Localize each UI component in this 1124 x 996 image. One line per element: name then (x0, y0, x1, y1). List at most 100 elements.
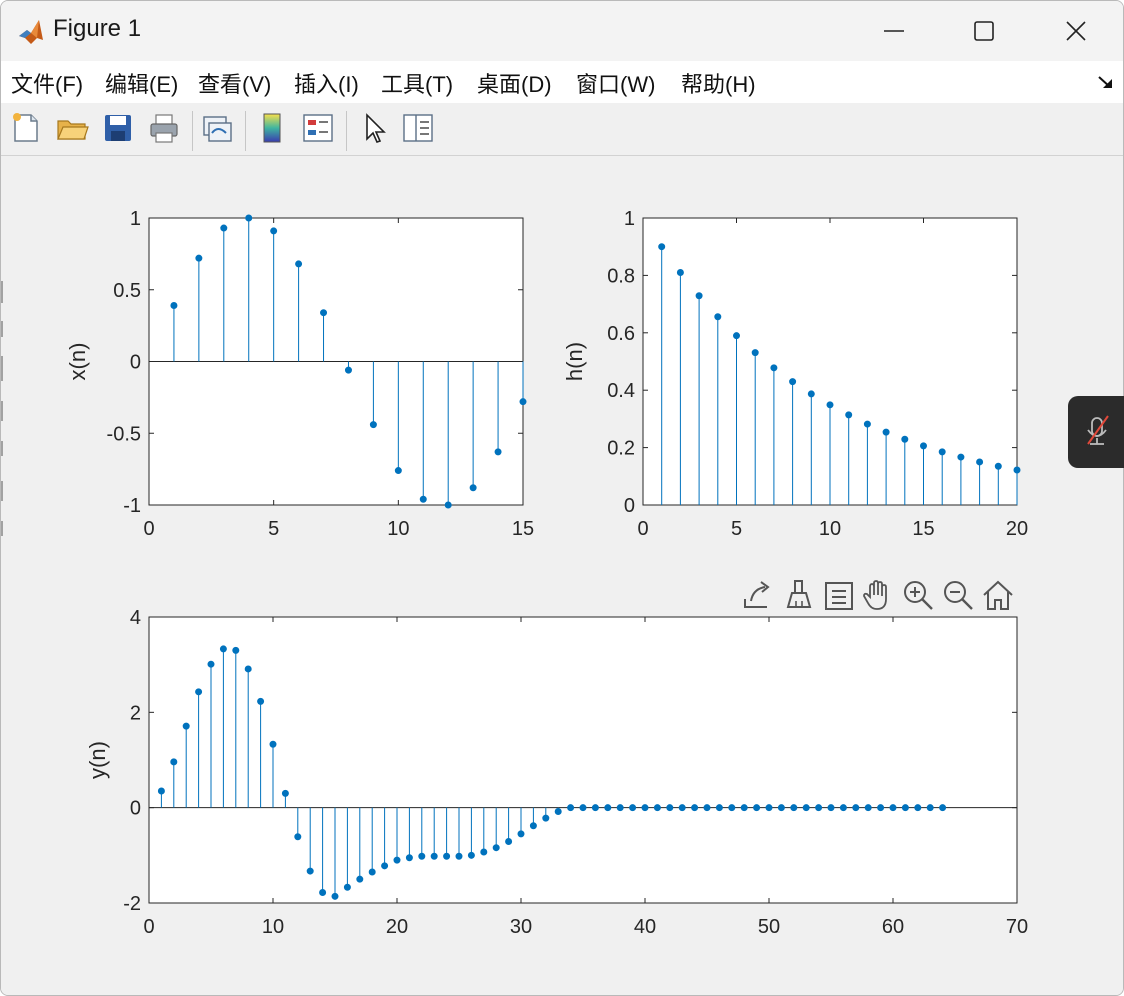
stem-marker[interactable] (257, 697, 265, 705)
stem-marker[interactable] (480, 848, 488, 856)
stem-marker[interactable] (695, 292, 703, 300)
stem-marker[interactable] (839, 804, 847, 812)
stem-marker[interactable] (740, 804, 748, 812)
stem-marker[interactable] (405, 854, 413, 862)
stem-marker[interactable] (666, 804, 674, 812)
stem-marker[interactable] (976, 458, 984, 466)
stem-marker[interactable] (714, 313, 722, 321)
stem-marker[interactable] (469, 484, 477, 492)
stem-marker[interactable] (418, 852, 426, 860)
stem-marker[interactable] (678, 804, 686, 812)
stem-marker[interactable] (604, 804, 612, 812)
stem-marker[interactable] (443, 852, 451, 860)
stem-marker[interactable] (658, 243, 666, 251)
stem-marker[interactable] (319, 889, 327, 897)
stem-marker[interactable] (394, 467, 402, 475)
stem-marker[interactable] (920, 442, 927, 450)
stem-marker[interactable] (529, 822, 537, 830)
stem-marker[interactable] (195, 688, 203, 696)
stem-marker[interactable] (914, 804, 922, 812)
stem-marker[interactable] (802, 804, 810, 812)
stem-marker[interactable] (826, 401, 834, 409)
stem-marker[interactable] (845, 411, 853, 419)
stem-marker[interactable] (492, 844, 500, 852)
stem-marker[interactable] (728, 804, 736, 812)
stem-marker[interactable] (430, 852, 438, 860)
stem-marker[interactable] (939, 804, 947, 812)
stem-marker[interactable] (393, 856, 401, 864)
stem-marker[interactable] (381, 862, 389, 870)
stem-marker[interactable] (270, 227, 278, 235)
stem-marker[interactable] (753, 804, 761, 812)
subplot-3[interactable]: 0 10 20 30 40 50 60 70420-2y(n) (85, 607, 1028, 938)
stem-marker[interactable] (195, 254, 203, 262)
stem-marker[interactable] (957, 453, 965, 461)
stem-marker[interactable] (269, 740, 277, 748)
stem-marker[interactable] (591, 804, 599, 812)
stem-marker[interactable] (691, 804, 699, 812)
stem-marker[interactable] (517, 830, 525, 838)
stem-marker[interactable] (789, 378, 797, 386)
restore-view-icon[interactable] (980, 577, 1016, 613)
stem-marker[interactable] (170, 758, 178, 766)
stem-marker[interactable] (232, 646, 240, 654)
stem-marker[interactable] (567, 804, 575, 812)
stem-marker[interactable] (616, 804, 624, 812)
stem-marker[interactable] (1013, 466, 1021, 474)
stem-marker[interactable] (863, 420, 871, 428)
pan-icon[interactable] (860, 577, 896, 613)
stem-marker[interactable] (419, 495, 427, 503)
subplot-1[interactable]: 0 5 10 15 1 0.5 0 -0.5 -1 x(n) (65, 208, 534, 540)
stem-marker[interactable] (320, 309, 328, 317)
stem-marker[interactable] (770, 364, 778, 372)
stem-marker[interactable] (629, 804, 637, 812)
stem-marker[interactable] (356, 875, 364, 883)
stem-marker[interactable] (703, 804, 711, 812)
stem-marker[interactable] (467, 851, 475, 859)
stem-marker[interactable] (182, 722, 190, 730)
stem-marker[interactable] (676, 269, 684, 277)
stem-marker[interactable] (938, 448, 946, 456)
stem-marker[interactable] (807, 390, 815, 398)
stem-marker[interactable] (295, 260, 303, 268)
stem-marker[interactable] (444, 501, 452, 509)
zoom-in-icon[interactable] (900, 577, 936, 613)
mute-mic-widget[interactable] (1068, 396, 1124, 468)
stem-marker[interactable] (733, 332, 740, 340)
stem-marker[interactable] (245, 214, 253, 222)
stem-marker[interactable] (864, 804, 872, 812)
stem-marker[interactable] (641, 804, 649, 812)
datatip-icon[interactable] (820, 577, 856, 613)
stem-marker[interactable] (827, 804, 835, 812)
stem-marker[interactable] (244, 665, 252, 673)
stem-marker[interactable] (882, 428, 890, 436)
stem-marker[interactable] (519, 398, 527, 406)
stem-marker[interactable] (926, 804, 934, 812)
stem-marker[interactable] (170, 302, 178, 310)
stem-marker[interactable] (765, 804, 773, 812)
stem-marker[interactable] (653, 804, 661, 812)
stem-marker[interactable] (994, 462, 1002, 470)
stem-marker[interactable] (368, 868, 376, 876)
stem-marker[interactable] (306, 867, 314, 875)
stem-marker[interactable] (344, 366, 352, 374)
stem-marker[interactable] (207, 660, 215, 668)
stem-marker[interactable] (157, 787, 165, 795)
stem-marker[interactable] (220, 224, 228, 232)
stem-marker[interactable] (790, 804, 798, 812)
stem-marker[interactable] (219, 645, 227, 653)
stem-marker[interactable] (331, 892, 339, 900)
stem-marker[interactable] (901, 804, 909, 812)
stem-marker[interactable] (281, 789, 289, 797)
stem-marker[interactable] (751, 349, 759, 357)
stem-marker[interactable] (889, 804, 897, 812)
stem-marker[interactable] (901, 435, 909, 443)
stem-marker[interactable] (455, 852, 463, 860)
stem-marker[interactable] (715, 804, 723, 812)
zoom-out-icon[interactable] (940, 577, 976, 613)
stem-marker[interactable] (815, 804, 823, 812)
stem-marker[interactable] (505, 838, 513, 846)
stem-marker[interactable] (579, 804, 587, 812)
export-icon[interactable] (739, 577, 775, 613)
stem-marker[interactable] (777, 804, 785, 812)
